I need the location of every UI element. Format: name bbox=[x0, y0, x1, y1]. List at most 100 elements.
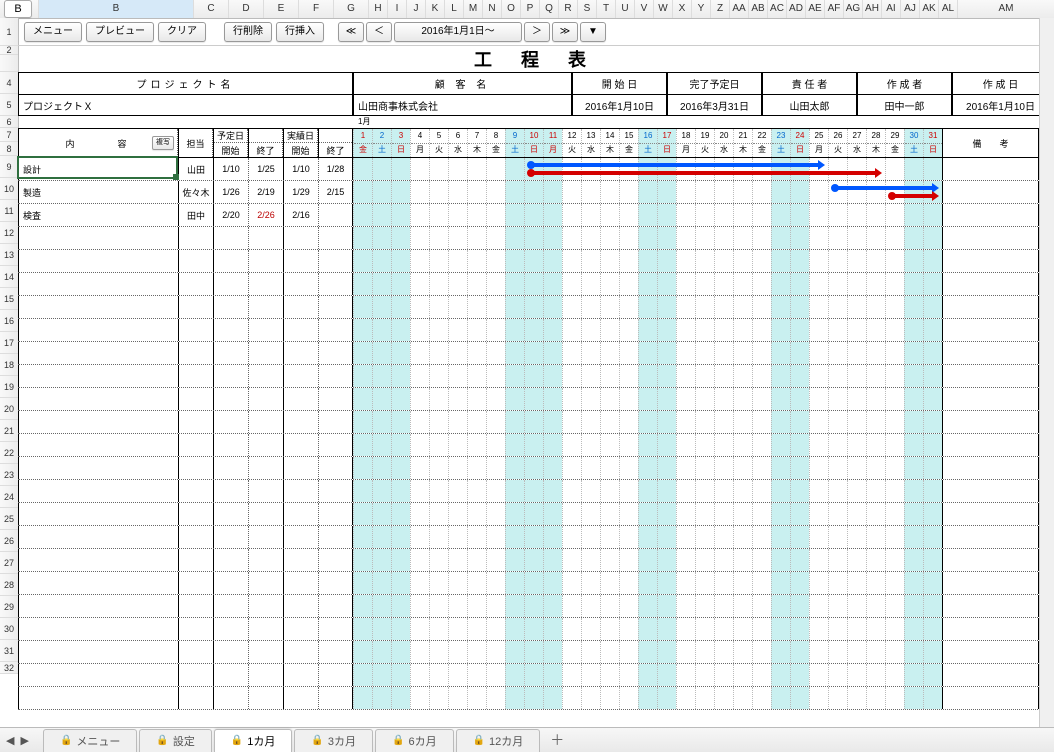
row-header[interactable]: 17 bbox=[0, 332, 18, 354]
col-header-AG[interactable]: AG bbox=[843, 0, 862, 18]
table-row[interactable] bbox=[18, 365, 1054, 388]
col-header-X[interactable]: X bbox=[672, 0, 691, 18]
sheet-tab[interactable]: 🔒3カ月 bbox=[294, 729, 373, 752]
table-row[interactable] bbox=[18, 273, 1054, 296]
col-header-I[interactable]: I bbox=[387, 0, 406, 18]
row-header[interactable]: 7 bbox=[0, 128, 18, 142]
nav-next-button[interactable]: ＞ bbox=[524, 22, 550, 42]
add-sheet-button[interactable]: ＋ bbox=[542, 728, 572, 752]
row-header[interactable]: 31 bbox=[0, 640, 18, 662]
row-header[interactable]: 23 bbox=[0, 464, 18, 486]
row-header[interactable]: 25 bbox=[0, 508, 18, 530]
table-row[interactable] bbox=[18, 549, 1054, 572]
table-row[interactable] bbox=[18, 664, 1054, 687]
row-header[interactable]: 27 bbox=[0, 552, 18, 574]
tab-nav-prev[interactable]: ◀ bbox=[6, 734, 14, 747]
nav-prev-button[interactable]: ＜ bbox=[366, 22, 392, 42]
vertical-scrollbar[interactable] bbox=[1039, 18, 1054, 728]
col-header-Q[interactable]: Q bbox=[539, 0, 558, 18]
table-row[interactable] bbox=[18, 342, 1054, 365]
sheet-tab[interactable]: 🔒1カ月 bbox=[214, 729, 293, 752]
col-header-U[interactable]: U bbox=[615, 0, 634, 18]
table-row[interactable] bbox=[18, 296, 1054, 319]
table-row[interactable]: 設計山田1/101/251/101/28 bbox=[18, 158, 1054, 181]
table-row[interactable]: 検査田中2/202/262/16 bbox=[18, 204, 1054, 227]
row-header[interactable]: 5 bbox=[0, 94, 18, 116]
col-header-Y[interactable]: Y bbox=[691, 0, 710, 18]
row-header[interactable]: 2 bbox=[0, 46, 18, 55]
col-header-AF[interactable]: AF bbox=[824, 0, 843, 18]
row-header[interactable]: 22 bbox=[0, 442, 18, 464]
tab-nav-next[interactable]: ▶ bbox=[20, 734, 28, 747]
table-row[interactable] bbox=[18, 526, 1054, 549]
row-header[interactable]: 28 bbox=[0, 574, 18, 596]
row-header[interactable]: 19 bbox=[0, 376, 18, 398]
col-header-T[interactable]: T bbox=[596, 0, 615, 18]
end-date-value[interactable]: 2016年3月31日 bbox=[667, 95, 762, 115]
col-header-H[interactable]: H bbox=[368, 0, 387, 18]
table-row[interactable] bbox=[18, 319, 1054, 342]
row-header[interactable]: 12 bbox=[0, 222, 18, 244]
client-value[interactable]: 山田商事株式会社 bbox=[353, 95, 572, 115]
col-header-D[interactable]: D bbox=[228, 0, 263, 18]
col-header-O[interactable]: O bbox=[501, 0, 520, 18]
copy-button[interactable]: 複写 bbox=[152, 136, 174, 150]
row-header[interactable]: 4 bbox=[0, 72, 18, 94]
col-header-G[interactable]: G bbox=[333, 0, 368, 18]
col-header-L[interactable]: L bbox=[444, 0, 463, 18]
col-header-AK[interactable]: AK bbox=[919, 0, 938, 18]
table-row[interactable] bbox=[18, 411, 1054, 434]
nav-first-button[interactable]: ≪ bbox=[338, 22, 364, 42]
col-header-AB[interactable]: AB bbox=[748, 0, 767, 18]
table-row[interactable]: 製造佐々木1/262/191/292/15 bbox=[18, 181, 1054, 204]
sheet-tab[interactable]: 🔒12カ月 bbox=[456, 729, 541, 752]
col-header-AI[interactable]: AI bbox=[881, 0, 900, 18]
col-header-W[interactable]: W bbox=[653, 0, 672, 18]
row-header[interactable]: 29 bbox=[0, 596, 18, 618]
table-row[interactable] bbox=[18, 595, 1054, 618]
row-header[interactable]: 21 bbox=[0, 420, 18, 442]
col-header-AA[interactable]: AA bbox=[729, 0, 748, 18]
col-header-J[interactable]: J bbox=[406, 0, 425, 18]
col-header-AC[interactable]: AC bbox=[767, 0, 786, 18]
col-header-B[interactable]: B bbox=[38, 0, 193, 18]
start-date-value[interactable]: 2016年1月10日 bbox=[572, 95, 667, 115]
table-row[interactable] bbox=[18, 434, 1054, 457]
created-value[interactable]: 2016年1月10日 bbox=[952, 95, 1049, 115]
table-row[interactable] bbox=[18, 457, 1054, 480]
table-row[interactable] bbox=[18, 227, 1054, 250]
col-header-AD[interactable]: AD bbox=[786, 0, 805, 18]
table-row[interactable] bbox=[18, 687, 1054, 710]
row-header[interactable]: 20 bbox=[0, 398, 18, 420]
row-header[interactable]: 1 bbox=[0, 18, 18, 46]
row-insert-button[interactable]: 行挿入 bbox=[276, 22, 324, 42]
project-name-value[interactable]: プロジェクトＸ bbox=[18, 95, 353, 115]
table-row[interactable] bbox=[18, 503, 1054, 526]
col-header-AE[interactable]: AE bbox=[805, 0, 824, 18]
row-header[interactable]: 6 bbox=[0, 116, 18, 128]
row-header[interactable]: 9 bbox=[0, 156, 18, 178]
row-header[interactable]: 11 bbox=[0, 200, 18, 222]
col-header-AM[interactable]: AM bbox=[957, 0, 1054, 18]
sheet-tab[interactable]: 🔒6カ月 bbox=[375, 729, 454, 752]
row-header[interactable]: 18 bbox=[0, 354, 18, 376]
menu-button[interactable]: メニュー bbox=[24, 22, 82, 42]
row-header[interactable]: 26 bbox=[0, 530, 18, 552]
col-header-P[interactable]: P bbox=[520, 0, 539, 18]
col-header-AL[interactable]: AL bbox=[938, 0, 957, 18]
col-header-N[interactable]: N bbox=[482, 0, 501, 18]
plan-bar[interactable] bbox=[834, 186, 935, 190]
row-header[interactable]: 24 bbox=[0, 486, 18, 508]
col-header-K[interactable]: K bbox=[425, 0, 444, 18]
row-header[interactable]: 15 bbox=[0, 288, 18, 310]
table-row[interactable] bbox=[18, 388, 1054, 411]
col-header-F[interactable]: F bbox=[298, 0, 333, 18]
col-header-E[interactable]: E bbox=[263, 0, 298, 18]
col-header-S[interactable]: S bbox=[577, 0, 596, 18]
owner-value[interactable]: 山田太郎 bbox=[762, 95, 857, 115]
row-delete-button[interactable]: 行削除 bbox=[224, 22, 272, 42]
table-row[interactable] bbox=[18, 641, 1054, 664]
col-header-M[interactable]: M bbox=[463, 0, 482, 18]
col-header-V[interactable]: V bbox=[634, 0, 653, 18]
nav-last-button[interactable]: ≫ bbox=[552, 22, 578, 42]
